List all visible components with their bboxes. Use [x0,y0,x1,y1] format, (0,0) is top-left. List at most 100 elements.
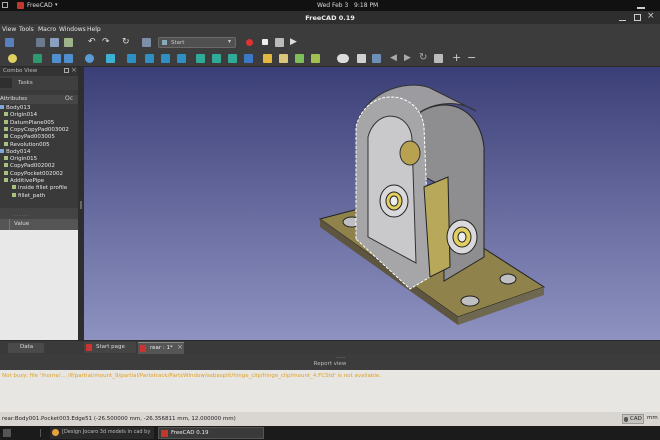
3d-viewport[interactable] [84,67,660,340]
tree-item[interactable]: CopyPad003005 [4,134,55,141]
undo-icon[interactable]: ↶ [88,38,97,47]
menu-help[interactable]: Help [87,26,101,34]
std-part-icon[interactable] [279,54,288,63]
grip-icon [80,201,82,209]
axis-cross-icon[interactable] [228,54,237,63]
zoom-out-icon[interactable]: − [467,51,476,64]
tree-item[interactable]: CopyPad002002 [4,163,55,170]
tree-item[interactable]: AdditivePipe [4,178,44,185]
edit-macro-icon[interactable] [275,38,284,47]
tree-item[interactable]: Revolution005 [4,141,50,149]
tree-item[interactable]: Origin015 [4,156,37,163]
clock[interactable]: Wed Feb 3 9:18 PM [317,1,378,10]
view-bottom-icon[interactable] [196,54,205,63]
unit-label[interactable]: mm [647,415,658,421]
app-grid-icon[interactable] [2,2,8,8]
menu-windows[interactable]: Windows [59,26,86,34]
view-front-icon[interactable] [127,54,136,63]
doc-tab-rear[interactable]: rear : 1* × [138,342,184,354]
taskbar: [Design Jocaro 3d models in cad by G... … [0,426,660,440]
close-icon[interactable]: × [647,11,655,21]
view-iso-icon[interactable] [106,54,115,63]
maximize-icon[interactable] [634,14,641,21]
minimize-icon[interactable] [619,14,626,21]
feature-icon [12,185,16,190]
tree-item[interactable]: Body014 [0,148,30,156]
start-menu-icon[interactable] [3,429,11,437]
grip-icon[interactable]: ...... [336,354,346,360]
whats-this-icon[interactable] [142,38,151,47]
system-menu-icon[interactable] [637,2,645,9]
tab-model[interactable] [0,78,12,88]
float-icon[interactable] [64,68,69,73]
view-top-icon[interactable] [145,54,154,63]
sketch-icon[interactable] [372,54,381,63]
refresh-icon[interactable]: ↻ [419,52,427,63]
doc-icon[interactable] [357,54,366,63]
zoom-in-icon[interactable]: + [452,51,461,64]
tree-item[interactable]: Body013 [0,105,30,112]
close-icon[interactable]: × [177,343,183,351]
zoom-icon[interactable] [85,54,94,63]
report-view-header: ...... Report view [0,354,660,370]
stop-macro-icon[interactable] [262,39,268,45]
view-right-icon[interactable] [161,54,170,63]
cut-icon[interactable] [36,38,45,47]
bore-right [457,231,467,243]
tree-item[interactable]: fillet_path [12,192,45,200]
workbench-selector-icon[interactable] [337,54,349,63]
property-editor[interactable] [0,230,78,340]
nav-style-button[interactable]: CAD [622,414,644,424]
feature-icon [4,178,8,182]
tree-item[interactable]: Origin014 [4,112,37,119]
tab-tasks[interactable]: Tasks [18,80,33,86]
arrow-right-icon[interactable] [64,54,73,63]
menu-macro[interactable]: Macro [38,26,56,34]
redo-icon[interactable]: ↷ [102,38,111,47]
tree-item-label: inside fillet profile [18,185,68,192]
draw-style-icon[interactable] [33,54,42,63]
mount-hole [460,295,480,307]
link-make-icon[interactable] [311,54,320,63]
nav-back-icon[interactable]: ◀ [390,53,397,63]
tree-item[interactable]: DatumPlane005 [4,119,54,127]
std-group-icon[interactable] [263,54,272,63]
taskbar-item-freecad[interactable]: FreeCAD 0.19 [158,427,264,439]
home-icon[interactable] [434,54,443,63]
chevron-down-icon: ▾ [55,2,58,8]
view-left-icon[interactable] [212,54,221,63]
feature-icon [4,126,8,131]
copy-icon[interactable] [50,38,59,47]
doc-tab-start-page[interactable]: Start page [84,342,136,353]
nav-forward-icon[interactable]: ▶ [404,53,411,63]
run-macro-icon[interactable]: ▶ [290,37,297,47]
tree-item[interactable]: inside fillet profile [12,185,67,192]
close-icon[interactable]: × [71,66,77,74]
tab-data[interactable]: Data [8,343,44,353]
chevron-down-icon: ▾ [228,38,232,45]
body-icon [0,148,4,153]
measure-icon[interactable] [244,54,253,63]
report-view[interactable]: Not busy: file '/home/... /lf/partial/mo… [0,370,660,412]
menu-view[interactable]: View [2,26,16,34]
link-icon[interactable] [295,54,304,63]
status-bar: rear:Body001.Pocket003.Edge51 (-26.50000… [0,412,660,426]
record-macro-icon[interactable] [246,39,253,46]
std-view-fit-icon[interactable] [8,54,17,63]
tree-item[interactable]: CopyCopyPad003002 [4,126,69,134]
tree-item-label: AdditivePipe [10,178,45,184]
menu-tools[interactable]: Tools [19,26,34,34]
view-rear-icon[interactable] [177,54,186,63]
workbench-icon[interactable] [5,38,14,47]
doc-tab-label: rear : 1* [150,345,173,351]
property-value-header: Value [14,221,30,227]
model-render[interactable] [84,67,660,340]
refresh-icon[interactable]: ↻ [122,38,131,47]
arrow-left-icon[interactable] [52,54,61,63]
tree-item[interactable]: CopyPocket002002 [4,170,63,178]
header-menu-icon[interactable]: Oc [65,95,73,102]
taskbar-item-browser[interactable]: [Design Jocaro 3d models in cad by G... [50,427,154,439]
paste-icon[interactable] [64,38,73,47]
macro-select[interactable]: Start ▾ [158,37,236,48]
model-tree[interactable]: Body013 Origin014 DatumPlane005 CopyCopyPad… [0,105,78,205]
